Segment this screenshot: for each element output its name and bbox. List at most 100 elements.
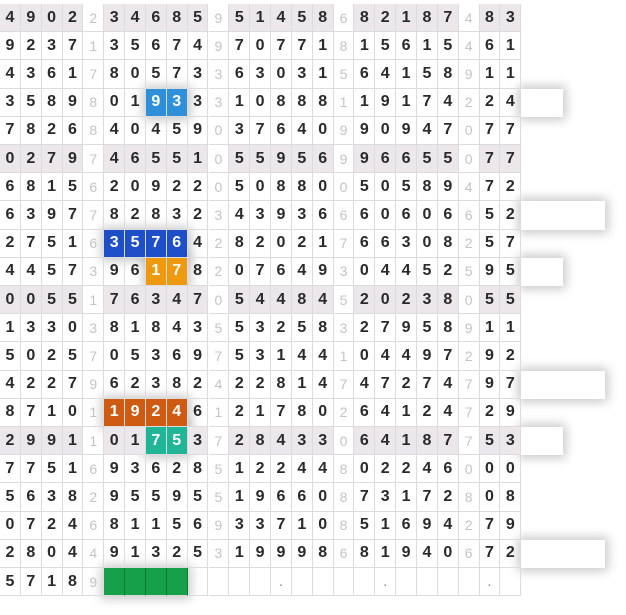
digit-cell: 1 (396, 483, 417, 512)
digit-cell: 5 (437, 32, 459, 61)
digit-cell: 0 (375, 116, 397, 145)
digit-cell: 3 (500, 4, 522, 33)
separator-digit-cell: 7 (458, 370, 480, 399)
digit-cell: 8 (312, 314, 334, 343)
digit-cell: 5 (229, 145, 251, 174)
digit-cell: 1 (229, 539, 251, 568)
empty-cell (354, 568, 376, 597)
digit-cell: 8 (187, 455, 209, 484)
separator-digit-cell: 6 (458, 539, 480, 568)
digit-cell: 0 (250, 88, 272, 117)
separator-digit-cell: 5 (208, 314, 230, 343)
digit-cell: 6 (396, 201, 417, 230)
separator-digit-cell: 8 (333, 455, 355, 484)
digit-cell: 0 (104, 427, 126, 456)
digit-cell: 3 (250, 314, 272, 343)
digit-cell: 4 (312, 455, 334, 484)
digit-cell: 1 (0, 314, 21, 343)
digit-cell: 9 (500, 511, 522, 540)
digit-cell: 2 (41, 511, 63, 540)
highlight-group-shadow (521, 89, 563, 117)
empty-cell (417, 568, 438, 597)
separator-digit-cell: 7 (83, 145, 105, 174)
digit-cell: 7 (20, 455, 42, 484)
separator-digit-cell: 4 (458, 32, 480, 61)
digit-cell: 3 (250, 201, 272, 230)
digit-cell: 2 (417, 398, 438, 427)
separator-digit-cell: 7 (208, 342, 230, 371)
empty-cell (312, 568, 334, 597)
digit-cell: 0 (250, 173, 272, 202)
digit-cell: 4 (187, 32, 209, 61)
separator-digit-cell: 7 (458, 398, 480, 427)
separator-digit-cell: 2 (83, 483, 105, 512)
digit-cell: 5 (354, 511, 376, 540)
empty-cell (500, 568, 522, 597)
separator-digit-cell: 3 (208, 201, 230, 230)
digit-cell: 4 (291, 116, 313, 145)
separator-digit-cell: 9 (83, 370, 105, 399)
digit-cell: 0 (0, 286, 21, 315)
highlight-group-shadow (521, 201, 604, 229)
digit-cell: 2 (354, 314, 376, 343)
empty-cell (250, 568, 272, 597)
digit-cell: 5 (291, 4, 313, 33)
separator-digit-cell: 7 (83, 342, 105, 371)
highlighted-digit-cell: 7 (166, 257, 188, 286)
separator-digit-cell: 1 (83, 32, 105, 61)
digit-cell: 8 (20, 539, 42, 568)
digit-cell: 5 (0, 342, 21, 371)
digit-cell: 4 (104, 116, 126, 145)
separator-digit-cell: 7 (333, 370, 355, 399)
digit-cell: 1 (291, 370, 313, 399)
dot-cell: . (271, 568, 292, 597)
separator-digit-cell: 8 (83, 88, 105, 117)
separator-digit-cell: 0 (458, 455, 480, 484)
digit-cell: 2 (354, 286, 376, 315)
digit-cell: 1 (312, 32, 334, 61)
digit-cell: 2 (250, 370, 272, 399)
digit-cell: 2 (166, 173, 188, 202)
digit-cell: 5 (479, 229, 501, 258)
digit-cell: 5 (479, 201, 501, 230)
digit-cell: 4 (312, 370, 334, 399)
digit-cell: 9 (437, 173, 459, 202)
separator-digit-cell: 0 (333, 173, 355, 202)
empty-cell (333, 568, 355, 597)
digit-cell: 4 (166, 314, 188, 343)
digit-cell: 9 (271, 201, 292, 230)
separator-digit-cell: 2 (458, 88, 480, 117)
digit-cell: 2 (271, 455, 292, 484)
digit-cell: 8 (271, 173, 292, 202)
digit-cell: 9 (104, 257, 126, 286)
separator-digit-cell: 1 (83, 286, 105, 315)
digit-cell: 6 (437, 455, 459, 484)
digit-cell: 3 (291, 201, 313, 230)
digit-cell: 0 (0, 511, 21, 540)
digit-cell: 5 (62, 342, 84, 371)
digit-cell: 5 (62, 173, 84, 202)
separator-digit-cell: 2 (208, 257, 230, 286)
digit-cell: 1 (250, 4, 272, 33)
digit-cell: 1 (125, 314, 146, 343)
digit-cell: 4 (20, 257, 42, 286)
digit-cell: 5 (41, 455, 63, 484)
digit-cell: 8 (62, 483, 84, 512)
digit-cell: 0 (375, 173, 397, 202)
digit-cell: 6 (0, 173, 21, 202)
digit-cell: 9 (354, 145, 376, 174)
digit-cell: 4 (62, 539, 84, 568)
digit-cell: 6 (271, 483, 292, 512)
digit-cell: 4 (354, 370, 376, 399)
digit-cell: 7 (41, 145, 63, 174)
digit-cell: 6 (354, 398, 376, 427)
digit-cell: 5 (291, 145, 313, 174)
digit-cell: 5 (500, 257, 522, 286)
highlighted-digit-cell: 7 (145, 229, 167, 258)
digit-cell: 2 (500, 342, 522, 371)
number-grid-board: 4902234685951458682187483923713567497077… (0, 0, 626, 615)
digit-cell: 7 (229, 32, 251, 61)
digit-cell: 3 (417, 286, 438, 315)
digit-cell: 8 (41, 88, 63, 117)
separator-digit-cell: 1 (333, 342, 355, 371)
